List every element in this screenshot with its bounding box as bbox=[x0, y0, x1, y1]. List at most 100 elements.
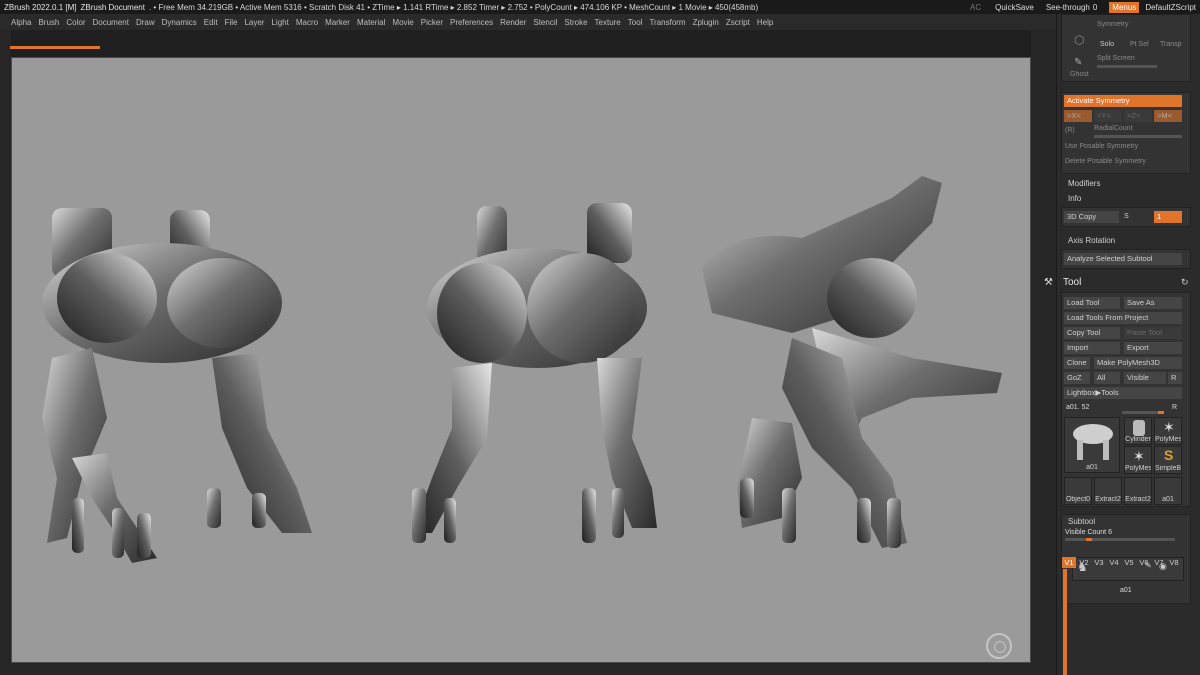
menu-zscript[interactable]: Zscript bbox=[726, 18, 750, 27]
copy-tool-button[interactable]: Copy Tool bbox=[1064, 327, 1120, 339]
load-tools-from-project-button[interactable]: Load Tools From Project bbox=[1064, 312, 1182, 324]
subtool-tab-v3[interactable]: V3 bbox=[1092, 557, 1106, 568]
left-tray[interactable] bbox=[0, 30, 11, 675]
radial-r-button[interactable]: (R) bbox=[1065, 127, 1075, 134]
default-zscript-button[interactable]: DefaultZScript bbox=[1145, 3, 1196, 12]
goz-all-button[interactable]: All bbox=[1094, 372, 1120, 384]
cube-icon[interactable]: ⬡ bbox=[1074, 33, 1084, 47]
menu-document[interactable]: Document bbox=[93, 18, 129, 27]
subtool-tab-v8[interactable]: V8 bbox=[1167, 557, 1181, 568]
tool-thumb-object0[interactable]: Object0 bbox=[1064, 477, 1092, 505]
radial-count-slider[interactable] bbox=[1094, 135, 1182, 138]
menu-picker[interactable]: Picker bbox=[421, 18, 443, 27]
goz-r-button[interactable]: R bbox=[1168, 372, 1182, 384]
load-tool-button[interactable]: Load Tool bbox=[1064, 297, 1120, 309]
menu-preferences[interactable]: Preferences bbox=[450, 18, 493, 27]
menus-button[interactable]: Menus bbox=[1109, 1, 1140, 13]
export-button[interactable]: Export bbox=[1124, 342, 1182, 354]
symmetry-x-button[interactable]: >X< bbox=[1064, 110, 1092, 122]
symmetry-y-button[interactable]: >Y< bbox=[1094, 110, 1122, 122]
menu-marker[interactable]: Marker bbox=[325, 18, 350, 27]
visible-count-slider[interactable] bbox=[1065, 538, 1175, 541]
transp-button[interactable]: Transp bbox=[1160, 41, 1182, 48]
menu-edit[interactable]: Edit bbox=[204, 18, 218, 27]
import-button[interactable]: Import bbox=[1064, 342, 1120, 354]
menu-transform[interactable]: Transform bbox=[649, 18, 685, 27]
delete-posable-symmetry-button[interactable]: Delete Posable Symmetry bbox=[1065, 158, 1146, 165]
copy3d-value[interactable]: 1 bbox=[1154, 211, 1182, 223]
tool-thumb-polymesh-2[interactable]: ✶ PolyMes bbox=[1124, 446, 1152, 474]
subtool-tab-v4[interactable]: V4 bbox=[1107, 557, 1121, 568]
menu-alpha[interactable]: Alpha bbox=[11, 18, 31, 27]
analyze-selected-subtool-button[interactable]: Analyze Selected Subtool bbox=[1064, 253, 1182, 265]
menu-light[interactable]: Light bbox=[271, 18, 288, 27]
star-icon: ✶ bbox=[1133, 448, 1145, 464]
menu-brush[interactable]: Brush bbox=[38, 18, 59, 27]
goz-visible-button[interactable]: Visible bbox=[1124, 372, 1166, 384]
tool-thumb-a01-small[interactable]: a01 bbox=[1154, 477, 1182, 505]
right-tray[interactable] bbox=[1031, 30, 1056, 675]
pt-sel-button[interactable]: Pt Sel bbox=[1130, 41, 1149, 48]
tool-thumb-polymesh[interactable]: ✶ PolyMes bbox=[1154, 417, 1182, 445]
modifiers-header[interactable]: Modifiers bbox=[1068, 179, 1100, 188]
navigation-gizmo-icon[interactable] bbox=[986, 633, 1012, 659]
tool-thumb-extract2-b[interactable]: Extract2 bbox=[1124, 477, 1152, 505]
menu-dynamics[interactable]: Dynamics bbox=[162, 18, 197, 27]
menu-stencil[interactable]: Stencil bbox=[533, 18, 557, 27]
subtool-tab-v7[interactable]: V7 bbox=[1152, 557, 1166, 568]
info-header[interactable]: Info bbox=[1068, 194, 1081, 203]
subtool-tab-v2[interactable]: V2 bbox=[1077, 557, 1091, 568]
tool-thumb-extract2[interactable]: Extract2 bbox=[1094, 477, 1122, 505]
menu-file[interactable]: File bbox=[225, 18, 238, 27]
bottom-tray[interactable] bbox=[11, 663, 1031, 675]
ac-button[interactable]: AC bbox=[970, 3, 981, 12]
menu-color[interactable]: Color bbox=[66, 18, 85, 27]
subtool-tab-v5[interactable]: V5 bbox=[1122, 557, 1136, 568]
clone-button[interactable]: Clone bbox=[1064, 357, 1090, 369]
menu-help[interactable]: Help bbox=[757, 18, 773, 27]
current-tool-slider-knob[interactable] bbox=[1158, 411, 1164, 414]
tool-thumb-simplebrush[interactable]: S SimpleB bbox=[1154, 446, 1182, 474]
copy3d-button[interactable]: 3D Copy bbox=[1064, 211, 1119, 223]
subtool-header[interactable]: Subtool bbox=[1068, 517, 1095, 526]
menu-render[interactable]: Render bbox=[500, 18, 526, 27]
copy3d-s-label: S bbox=[1124, 213, 1129, 220]
symmetry-z-button[interactable]: >Z< bbox=[1124, 110, 1152, 122]
symmetry-m-button[interactable]: >M< bbox=[1154, 110, 1182, 122]
solo-button[interactable]: Solo bbox=[1100, 41, 1114, 48]
save-as-button[interactable]: Save As bbox=[1124, 297, 1182, 309]
ghost-button[interactable]: Ghost bbox=[1070, 71, 1089, 78]
lightbox-tools-button[interactable]: Lightbox▶Tools bbox=[1064, 387, 1182, 399]
subtool-scrollbar[interactable] bbox=[1063, 569, 1067, 675]
activate-symmetry-button[interactable]: Activate Symmetry bbox=[1064, 95, 1182, 107]
menu-texture[interactable]: Texture bbox=[595, 18, 621, 27]
subtool-tab-v1[interactable]: V1 bbox=[1062, 557, 1076, 568]
goz-button[interactable]: GoZ bbox=[1064, 372, 1090, 384]
axis-rotation-header[interactable]: Axis Rotation bbox=[1068, 236, 1115, 245]
tool-r-button[interactable]: R bbox=[1172, 404, 1177, 411]
split-screen-button[interactable]: Split Screen bbox=[1097, 55, 1135, 62]
visible-count-slider-knob[interactable] bbox=[1086, 538, 1092, 541]
tool-thumb-name: Extract2 bbox=[1125, 496, 1151, 503]
menu-draw[interactable]: Draw bbox=[136, 18, 155, 27]
menu-movie[interactable]: Movie bbox=[392, 18, 413, 27]
menu-material[interactable]: Material bbox=[357, 18, 385, 27]
refresh-icon[interactable]: ↻ bbox=[1181, 277, 1189, 288]
document-canvas[interactable] bbox=[11, 57, 1031, 663]
menu-tool[interactable]: Tool bbox=[628, 18, 643, 27]
quicksave-button[interactable]: QuickSave bbox=[995, 3, 1034, 12]
use-posable-symmetry-button[interactable]: Use Posable Symmetry bbox=[1065, 143, 1138, 150]
menu-zplugin[interactable]: Zplugin bbox=[693, 18, 719, 27]
tool-thumb-a01[interactable]: a01 bbox=[1064, 417, 1120, 473]
ghost-icon[interactable]: ✎ bbox=[1074, 57, 1082, 68]
make-polymesh3d-button[interactable]: Make PolyMesh3D bbox=[1094, 357, 1182, 369]
paste-tool-button[interactable]: Paste Tool bbox=[1124, 327, 1182, 339]
seethrough-slider[interactable]: See-through 0 bbox=[1046, 3, 1097, 12]
menu-stroke[interactable]: Stroke bbox=[564, 18, 587, 27]
subtool-tab-v6[interactable]: V6 bbox=[1137, 557, 1151, 568]
menu-macro[interactable]: Macro bbox=[296, 18, 318, 27]
tool-thumb-cylinder[interactable]: Cylinder bbox=[1124, 417, 1152, 445]
menu-layer[interactable]: Layer bbox=[244, 18, 264, 27]
tool-palette-title[interactable]: Tool bbox=[1063, 277, 1081, 288]
split-screen-slider[interactable] bbox=[1097, 65, 1157, 68]
